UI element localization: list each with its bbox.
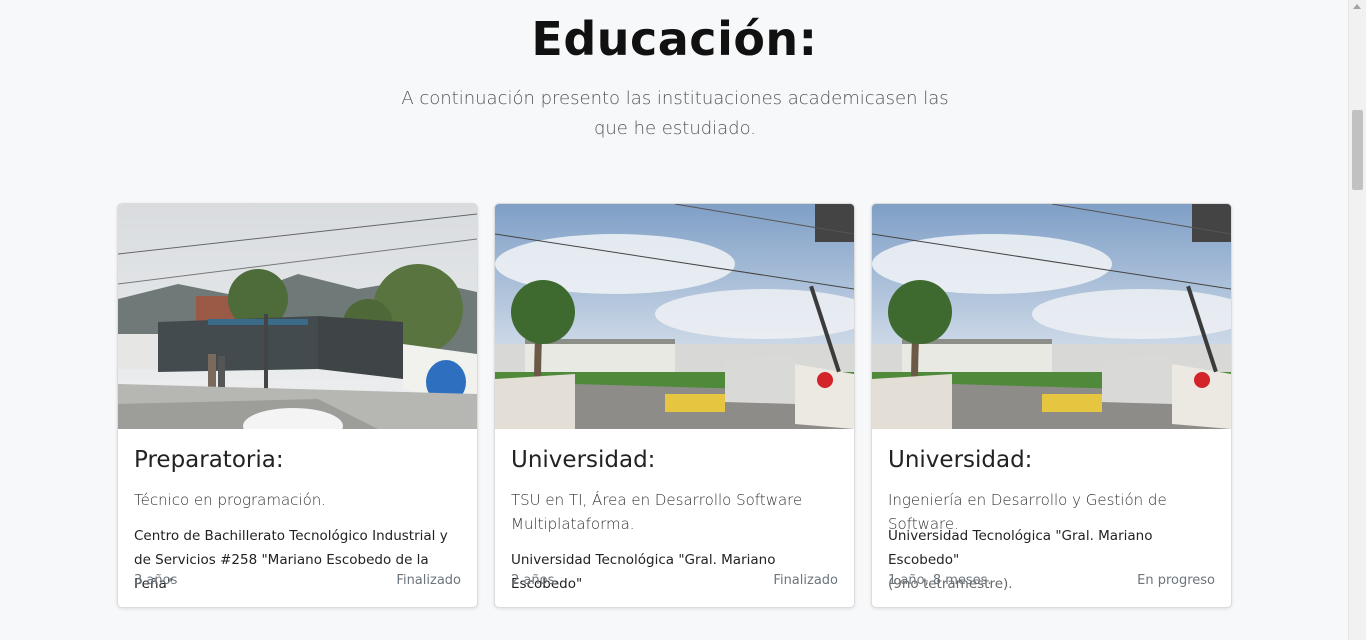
education-section: Educación: A continuación presento las i… (0, 0, 1349, 640)
card-status: En progreso (1137, 573, 1215, 588)
section-title: Educación: (531, 12, 818, 66)
scroll-up-arrow-icon[interactable] (1353, 4, 1361, 9)
card-duration: 2 años. (511, 573, 559, 588)
card-title: Universidad: (888, 447, 1033, 473)
school-entrance-photo (118, 204, 477, 429)
education-card-universidad-tsu: Universidad: TSU en TI, Área en Desarrol… (494, 203, 855, 608)
card-text: TSU en TI, Área en Desarrollo Software M… (511, 491, 803, 533)
section-subtitle: A continuación presento las instituacion… (401, 88, 949, 139)
card-title: Preparatoria: (134, 447, 284, 473)
scrollbar-thumb[interactable] (1352, 110, 1363, 190)
university-gate-photo (495, 204, 854, 429)
vertical-scrollbar[interactable] (1348, 0, 1366, 640)
card-status: Finalizado (396, 573, 461, 588)
education-card-preparatoria: Preparatoria: Técnico en programación. C… (117, 203, 478, 608)
institution-name: Universidad Tecnológica "Gral. Mariano E… (888, 528, 1153, 568)
card-footer: 2 años. Finalizado (511, 571, 838, 591)
card-status: Finalizado (773, 573, 838, 588)
education-card-universidad-ingenieria: Universidad: Ingeniería en Desarrollo y … (871, 203, 1232, 608)
card-body: Universidad: Ingeniería en Desarrollo y … (888, 444, 1216, 536)
card-body: Universidad: TSU en TI, Área en Desarrol… (511, 444, 839, 536)
card-footer: 1 año, 8 meses. En progreso (888, 571, 1215, 591)
card-duration: 3 años (134, 573, 178, 588)
card-text: Técnico en programación. (134, 491, 327, 509)
university-gate-photo (872, 204, 1231, 429)
education-cards: Preparatoria: Técnico en programación. C… (117, 203, 1232, 608)
card-footer: 3 años Finalizado (134, 571, 461, 591)
card-body: Preparatoria: Técnico en programación. (134, 444, 462, 512)
card-title: Universidad: (511, 447, 656, 473)
card-duration: 1 año, 8 meses. (888, 573, 992, 588)
